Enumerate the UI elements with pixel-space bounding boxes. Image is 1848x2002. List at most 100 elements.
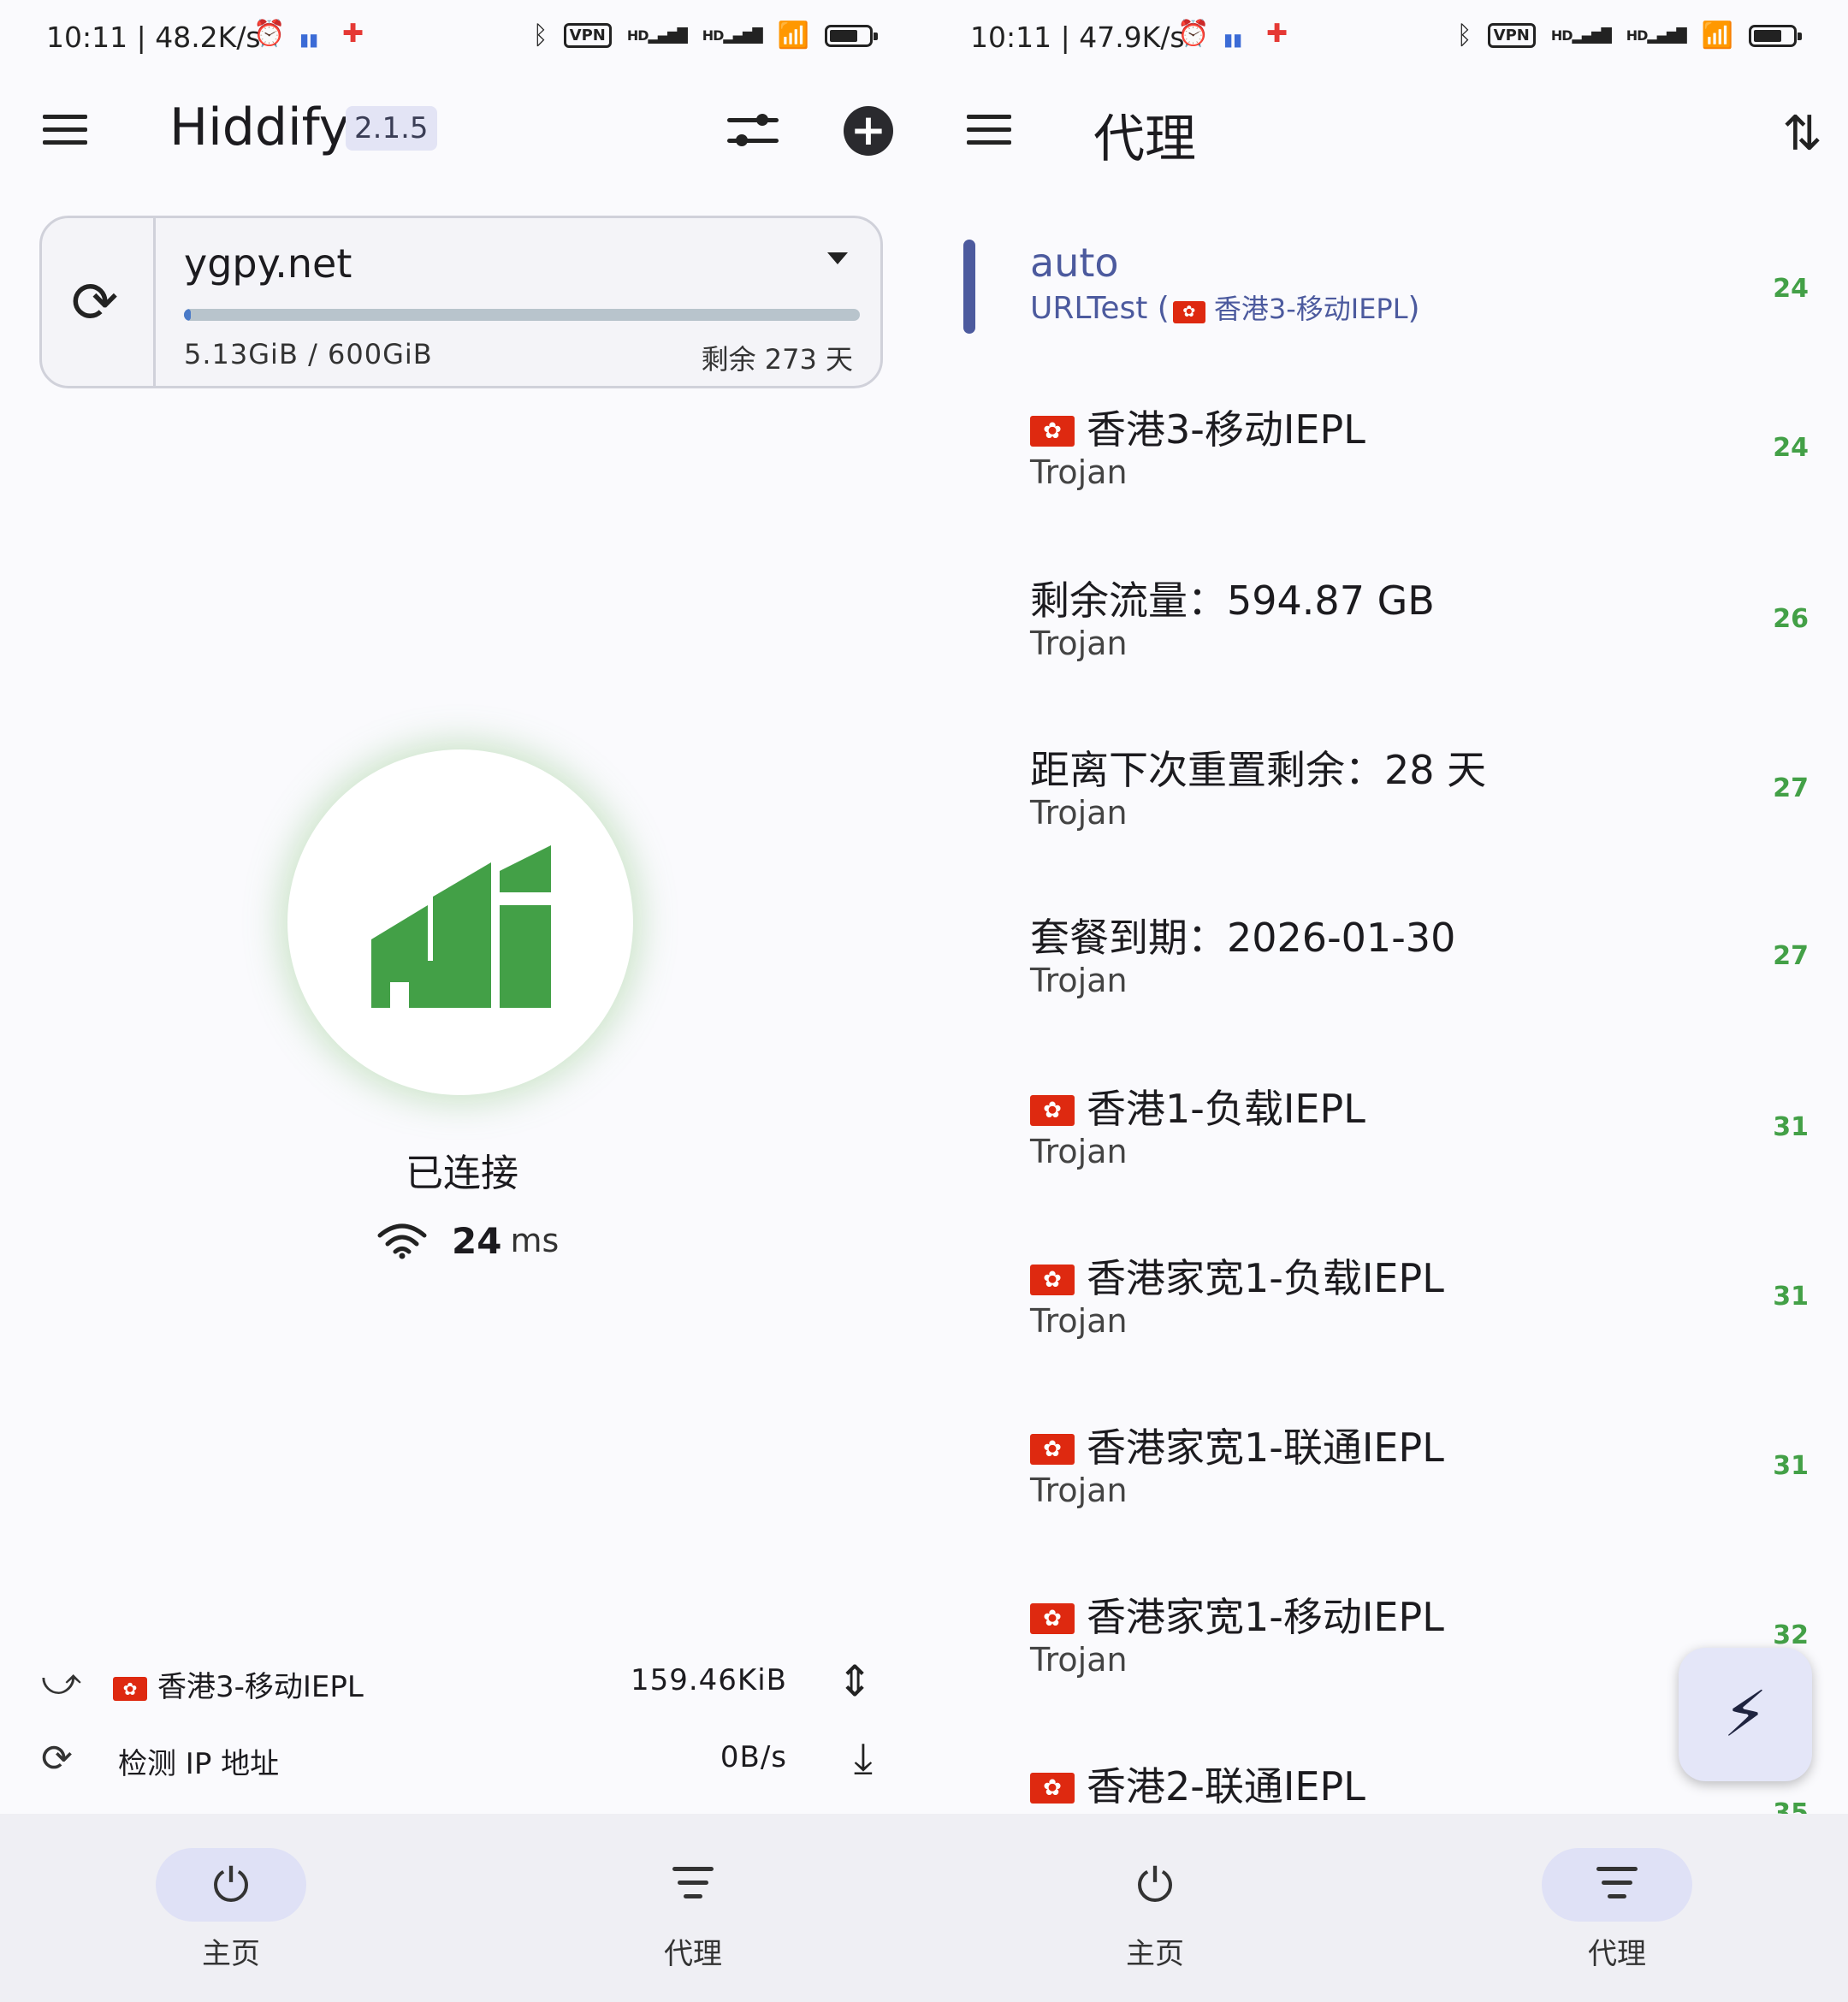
proxy-item[interactable]: 套餐到期：2026-01-30 Trojan 27 (924, 907, 1848, 1061)
wifi-icon (377, 1223, 427, 1259)
power-icon: ⏻ (212, 1858, 250, 1912)
proxy-ping: 27 (1773, 941, 1809, 971)
bluetooth-icon: ᛒ (532, 21, 548, 50)
proxy-name: ✿ 香港1-负载IEPL (1030, 1078, 1365, 1134)
nav-home-label: 主页 (1126, 1937, 1184, 1971)
hk-flag-icon: ✿ (1030, 1434, 1075, 1465)
vpn-icon: VPN (563, 23, 612, 48)
vpn-icon: VPN (1487, 23, 1536, 48)
proxy-ping: 32 (1773, 1620, 1809, 1650)
refresh-button[interactable]: ⟳ (42, 218, 156, 386)
download-arrow-icon: ⤓ (853, 1733, 873, 1783)
profile-card[interactable]: ⟳ ygpy.net 5.13GiB / 600GiB 剩余 273 天 (39, 216, 883, 388)
ping-unit: ms (510, 1222, 560, 1259)
proxy-name: 距离下次重置剩余：28 天 (1030, 747, 1487, 793)
app-notification-icon: ▮▮ (299, 29, 319, 50)
proxy-item[interactable]: ✿ 香港3-移动IEPL Trojan 24 (924, 399, 1848, 553)
proxy-ping: 31 (1773, 1112, 1809, 1142)
proxy-type: Trojan (1030, 453, 1128, 491)
proxy-name: ✿ 香港家宽1-联通IEPL (1030, 1417, 1444, 1473)
proxy-type: Trojan (1030, 1133, 1128, 1170)
proxy-ping: 31 (1773, 1451, 1809, 1481)
hk-flag-icon: ✿ (1030, 1265, 1075, 1295)
menu-icon[interactable] (43, 115, 87, 145)
sort-icon[interactable]: ⇅ (1782, 106, 1822, 162)
ping-value: 24 (452, 1219, 502, 1262)
nav-home[interactable]: ⏻ 主页 (145, 1848, 317, 1972)
hk-flag-icon: ✿ (1030, 1603, 1075, 1634)
proxy-item[interactable]: ✿ 香港1-负载IEPL Trojan 31 (924, 1078, 1848, 1232)
nav-proxies-label: 代理 (664, 1937, 722, 1971)
current-proxy: ✿ 香港3-移动IEPL (113, 1663, 364, 1705)
menu-icon[interactable] (967, 115, 1011, 145)
app-bar: Hiddify 2.1.5 + (0, 94, 924, 163)
proxy-item[interactable]: auto URLTest (✿ 香港3-移动IEPL) 24 (924, 240, 1848, 394)
signal-icon-2: HD▂▄▆█ (702, 27, 763, 44)
proxy-item[interactable]: 剩余流量：594.87 GB Trojan 26 (924, 570, 1848, 724)
flash-icon: ⚡ (1723, 1678, 1768, 1751)
proxy-type: Trojan (1030, 962, 1128, 999)
refresh-icon: ⟳ (71, 270, 119, 335)
usage-progress (184, 309, 860, 321)
hk-flag-icon: ✿ (113, 1676, 147, 1701)
selected-indicator (963, 240, 975, 334)
bottom-nav: ⏻ 主页 代理 (0, 1814, 924, 2002)
proxy-ping: 26 (1773, 604, 1809, 634)
ip-check-row[interactable]: ⟳ 检测 IP 地址 0B/s ⤓ (0, 1728, 924, 1788)
speed-value: 0B/s (720, 1740, 787, 1774)
current-proxy-row[interactable]: ⤻ ✿ 香港3-移动IEPL 159.46KiB ⇕ (0, 1651, 924, 1711)
hk-flag-icon: ✿ (1172, 301, 1205, 323)
proxy-type: Trojan (1030, 1302, 1128, 1340)
proxy-name: 剩余流量：594.87 GB (1030, 578, 1435, 624)
route-icon: ⤻ (41, 1660, 82, 1703)
version-badge: 2.1.5 (346, 106, 437, 151)
sync-icon: ⟳ (41, 1737, 73, 1780)
nav-proxies[interactable]: 代理 (607, 1848, 779, 1972)
filter-icon (1596, 1867, 1638, 1901)
filter-icon (672, 1867, 714, 1901)
wifi-status-icon: 📶 (1701, 21, 1733, 50)
proxy-name: ✿ 香港家宽1-负载IEPL (1030, 1247, 1444, 1304)
proxy-item[interactable]: ✿ 香港家宽1-负载IEPL Trojan 31 (924, 1247, 1848, 1401)
status-bar: 10:11 | 47.9K/s ⏰ ▮▮ ✚ ᛒ VPN HD▂▄▆█ HD▂▄… (924, 0, 1848, 82)
proxy-name: ✿ 香港3-移动IEPL (1030, 399, 1365, 455)
connect-button[interactable] (287, 749, 633, 1095)
nav-home-label: 主页 (202, 1937, 260, 1971)
status-bar: 10:11 | 48.2K/s ⏰ ▮▮ ✚ ᛒ VPN HD▂▄▆█ HD▂▄… (0, 0, 924, 82)
hk-flag-icon: ✿ (1030, 1773, 1075, 1804)
tune-icon[interactable] (727, 110, 779, 152)
nav-proxies-label: 代理 (1588, 1937, 1646, 1971)
status-right: ᛒ VPN HD▂▄▆█ HD▂▄▆█ 📶 (532, 21, 878, 50)
proxy-name: ✿ 香港家宽1-移动IEPL (1030, 1586, 1444, 1643)
bluetooth-icon: ᛒ (1456, 21, 1472, 50)
home-screen: 10:11 | 48.2K/s ⏰ ▮▮ ✚ ᛒ VPN HD▂▄▆█ HD▂▄… (0, 0, 924, 2002)
proxy-item[interactable]: 距离下次重置剩余：28 天 Trojan 27 (924, 739, 1848, 893)
battery-icon (1749, 24, 1802, 47)
page-title: 代理 (1093, 110, 1196, 169)
puzzle-icon: ✚ (342, 19, 364, 49)
updown-arrow-icon: ⇕ (837, 1656, 873, 1706)
proxy-ping: 24 (1773, 274, 1809, 304)
dropdown-icon[interactable] (827, 252, 848, 264)
proxy-type: Trojan (1030, 1472, 1128, 1509)
flash-test-button[interactable]: ⚡ (1679, 1648, 1812, 1781)
proxy-type: Trojan (1030, 1641, 1128, 1679)
hk-flag-icon: ✿ (1030, 1095, 1075, 1126)
proxy-type: Trojan (1030, 794, 1128, 832)
connection-status: 已连接 (406, 1152, 518, 1195)
bottom-nav: ⏻ 主页 代理 (924, 1814, 1848, 2002)
ping-row: 24 ms (376, 1215, 559, 1266)
nav-home[interactable]: ⏻ 主页 (1069, 1848, 1241, 1972)
status-time: 10:11 | 47.9K/s (970, 21, 1185, 54)
proxy-item[interactable]: ✿ 香港家宽1-联通IEPL Trojan 31 (924, 1417, 1848, 1571)
proxy-type: Trojan (1030, 625, 1128, 662)
add-icon[interactable]: + (844, 106, 893, 156)
profile-name: ygpy.net (184, 240, 352, 287)
usage-text: 5.13GiB / 600GiB (184, 338, 433, 370)
proxy-name: 套餐到期：2026-01-30 (1030, 915, 1456, 961)
status-time: 10:11 | 48.2K/s (46, 21, 261, 54)
power-icon: ⏻ (1136, 1858, 1174, 1912)
proxies-screen: 10:11 | 47.9K/s ⏰ ▮▮ ✚ ᛒ VPN HD▂▄▆█ HD▂▄… (924, 0, 1848, 2002)
app-bar: 代理 ⇅ (924, 94, 1848, 169)
nav-proxies[interactable]: 代理 (1531, 1848, 1703, 1972)
